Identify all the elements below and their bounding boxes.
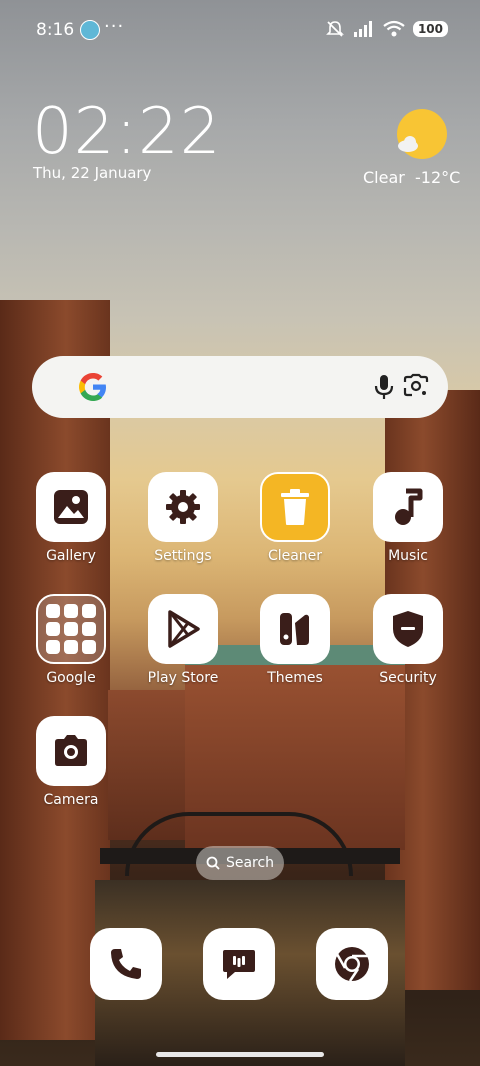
- themes-icon[interactable]: [260, 594, 330, 664]
- sunny-cloud-icon[interactable]: [396, 108, 448, 160]
- app-camera[interactable]: Camera: [26, 716, 116, 808]
- app-settings[interactable]: Settings: [138, 472, 228, 564]
- app-google-folder[interactable]: Google: [26, 594, 116, 686]
- app-label-camera: Camera: [43, 792, 99, 808]
- app-play-store[interactable]: Play Store: [138, 594, 228, 686]
- app-gallery[interactable]: Gallery: [26, 472, 116, 564]
- shield-icon[interactable]: [373, 594, 443, 664]
- signal-icon: [353, 21, 372, 37]
- messages-icon[interactable]: [203, 928, 275, 1000]
- clock-widget-date: Thu, 22 January: [33, 164, 152, 182]
- battery-level: 100: [412, 21, 448, 37]
- gesture-home-bar[interactable]: [156, 1052, 324, 1057]
- mic-icon[interactable]: [372, 373, 396, 401]
- mute-icon: [326, 21, 344, 37]
- google-search-widget[interactable]: [32, 356, 448, 418]
- dock-messages[interactable]: [194, 928, 284, 1000]
- app-label-themes: Themes: [267, 670, 323, 686]
- app-security[interactable]: Security: [363, 594, 453, 686]
- app-label-cleaner: Cleaner: [267, 548, 323, 564]
- google-g-icon: [79, 373, 106, 401]
- weather-temperature: -12°C: [415, 168, 461, 187]
- more-notifications-icon: ···: [104, 16, 125, 37]
- app-themes[interactable]: Themes: [250, 594, 340, 686]
- music-note-icon[interactable]: [373, 472, 443, 542]
- lens-icon[interactable]: [403, 373, 429, 399]
- app-label-settings: Settings: [154, 548, 212, 564]
- trash-icon[interactable]: [260, 472, 330, 542]
- weather-summary: Clear -12°C: [363, 168, 460, 187]
- dock-phone[interactable]: [81, 928, 171, 1000]
- phone-icon[interactable]: [90, 928, 162, 1000]
- camera-icon[interactable]: [36, 716, 106, 786]
- status-time: 8:16: [36, 20, 75, 40]
- app-label-gallery: Gallery: [46, 548, 96, 564]
- app-notification-icon: [80, 20, 100, 40]
- google-folder-icon[interactable]: [36, 594, 106, 664]
- chrome-icon[interactable]: [316, 928, 388, 1000]
- dock-chrome[interactable]: [307, 928, 397, 1000]
- weather-condition: Clear: [363, 168, 405, 187]
- status-bar: 8:16 ··· 100: [0, 0, 480, 60]
- home-search-label: Search: [225, 855, 275, 871]
- app-label-google: Google: [46, 670, 96, 686]
- app-label-play-store: Play Store: [147, 670, 219, 686]
- app-label-security: Security: [379, 670, 437, 686]
- gallery-icon[interactable]: [36, 472, 106, 542]
- app-music[interactable]: Music: [363, 472, 453, 564]
- play-store-icon[interactable]: [148, 594, 218, 664]
- wifi-icon: [383, 20, 405, 37]
- clock-widget-time[interactable]: 02:22: [32, 96, 221, 168]
- gear-icon[interactable]: [148, 472, 218, 542]
- home-search-button[interactable]: Search: [196, 846, 284, 880]
- search-icon: [206, 856, 220, 870]
- app-cleaner[interactable]: Cleaner: [250, 472, 340, 564]
- app-label-music: Music: [388, 548, 428, 564]
